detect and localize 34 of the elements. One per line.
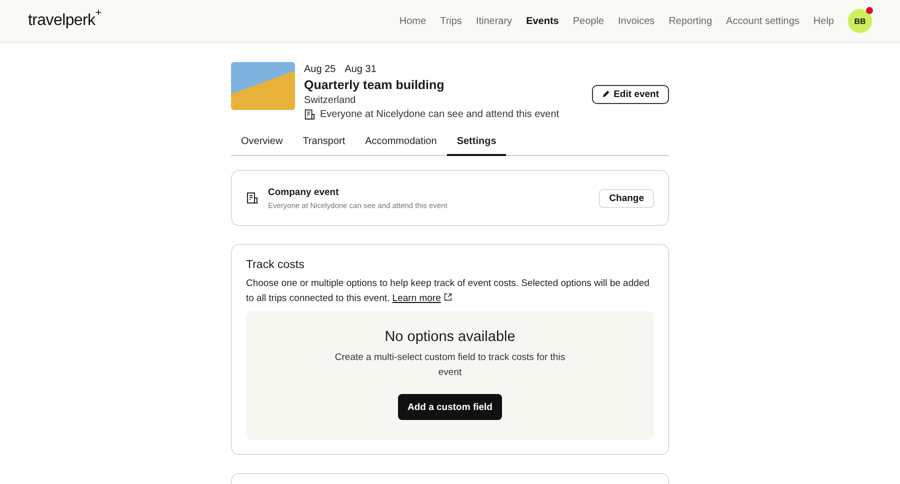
visibility-text: Everyone at Nicelydone can see and attend this event xyxy=(320,109,560,120)
change-button[interactable]: Change xyxy=(599,188,654,208)
pencil-icon xyxy=(602,90,610,98)
photo-placeholder xyxy=(231,62,295,110)
card-title: Company event xyxy=(268,186,340,198)
tab[interactable]: Settings xyxy=(446,132,506,156)
logo[interactable]: travelperk$^{+}$ xyxy=(28,12,102,30)
nav-link[interactable]: Itinerary xyxy=(476,16,512,26)
section-title: Track costs xyxy=(246,259,306,271)
tab[interactable]: Accommodation xyxy=(355,132,447,156)
description-text: Choose one or multiple options to help keep track of event costs. Selected options will be added to all trips connected to this event. Learn more xyxy=(246,277,650,306)
nav-link[interactable]: Home xyxy=(399,16,426,26)
add-custom-field-button[interactable]: Add a custom field xyxy=(398,394,502,420)
tab[interactable]: Overview xyxy=(231,132,293,156)
nav-link[interactable]: Events xyxy=(526,16,559,26)
nav-link[interactable]: People xyxy=(572,16,604,26)
nav-link[interactable]: Account settings xyxy=(726,16,800,26)
nav-link[interactable]: Trips xyxy=(440,16,462,26)
edit-event-button[interactable]: Edit event xyxy=(592,84,669,104)
tab[interactable]: Transport xyxy=(292,132,356,156)
event-location: Switzerland xyxy=(304,95,357,106)
building-icon xyxy=(246,192,258,204)
nav-link[interactable]: Invoices xyxy=(618,16,655,26)
nav-link[interactable]: Reporting xyxy=(668,16,712,26)
external-link-icon xyxy=(444,292,452,300)
end-date: Aug 31 xyxy=(344,64,376,75)
start-date: Aug 25 xyxy=(304,64,336,75)
nav-link[interactable]: Help xyxy=(813,16,834,26)
avatar[interactable]: BB xyxy=(848,9,872,33)
building-icon xyxy=(304,109,315,120)
event-title: Quarterly team building xyxy=(304,78,446,92)
empty-text: Create a multi-select custom field to track costs for this event xyxy=(334,351,566,380)
learn-more-link[interactable]: Learn more xyxy=(392,292,441,304)
empty-title: No options available xyxy=(384,329,516,345)
